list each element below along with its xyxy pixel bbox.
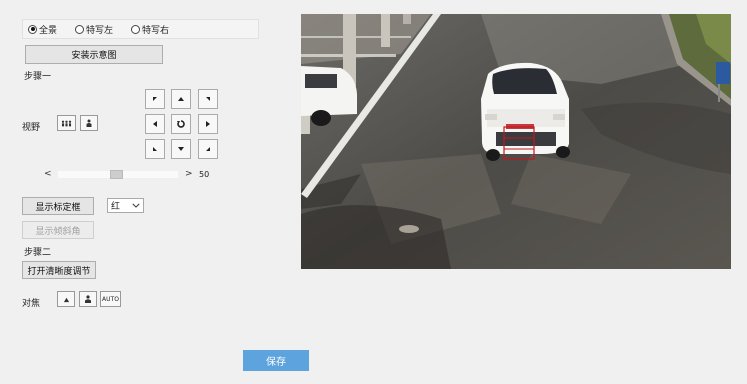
ptz-up-right-button[interactable] [198, 89, 218, 109]
install-diagram-button[interactable]: 安装示意图 [25, 45, 163, 64]
arrow-down-right-icon [206, 147, 210, 151]
focus-near-button[interactable] [57, 291, 75, 307]
show-tilt-angle-button[interactable]: 显示倾斜角 [22, 221, 94, 239]
radio-panorama-indicator[interactable] [28, 24, 37, 34]
radio-closeup-left-label: 特写左 [86, 25, 114, 36]
slider-thumb[interactable] [110, 170, 123, 179]
focus-far-button[interactable] [79, 291, 97, 307]
show-calibration-box-button[interactable]: 显示标定框 [22, 197, 94, 215]
color-select[interactable]: 红 [107, 198, 144, 213]
radio-closeup-right[interactable]: 特写右 [131, 23, 169, 36]
slider-right-arrow[interactable]: > [185, 169, 193, 179]
arrow-down-left-icon [153, 147, 157, 151]
slider-value: 50 [199, 170, 210, 179]
ptz-up-button[interactable] [171, 89, 191, 109]
arrow-up-left-icon [153, 97, 157, 101]
ptz-down-left-button[interactable] [145, 139, 165, 159]
zoom-wide-button[interactable] [57, 115, 76, 131]
camera-preview[interactable] [301, 14, 731, 269]
person-icon [86, 119, 92, 127]
ptz-left-button[interactable] [145, 114, 165, 134]
radio-closeup-left-indicator[interactable] [75, 24, 85, 34]
zoom-tele-button[interactable] [80, 115, 98, 131]
color-select-value: 红 [111, 202, 121, 212]
focus-label: 对焦 [22, 299, 41, 309]
parking-lot-scene [301, 14, 731, 269]
rotate-icon [177, 120, 185, 128]
focus-auto-button[interactable]: AUTO [100, 291, 121, 307]
ptz-down-right-button[interactable] [198, 139, 218, 159]
person-icon [85, 295, 91, 303]
ptz-reset-button[interactable] [171, 114, 191, 134]
save-button[interactable]: 保存 [243, 350, 309, 371]
people-group-icon [61, 120, 72, 126]
radio-panorama-label: 全景 [39, 25, 58, 36]
ptz-up-left-button[interactable] [145, 89, 165, 109]
radio-closeup-left[interactable]: 特写左 [75, 23, 113, 36]
radio-closeup-right-label: 特写右 [142, 25, 170, 36]
step1-label: 步骤一 [24, 72, 52, 82]
arrow-left-icon [153, 121, 157, 127]
focus-near-icon [63, 297, 69, 302]
slider-left-arrow[interactable]: < [44, 169, 52, 179]
radio-closeup-right-indicator[interactable] [131, 24, 141, 34]
view-mode-radio-group: 全景 特写左 特写右 [22, 19, 259, 39]
chevron-down-icon [132, 203, 140, 208]
ptz-right-button[interactable] [198, 114, 218, 134]
arrow-down-icon [178, 147, 184, 151]
radio-panorama[interactable]: 全景 [28, 23, 57, 36]
step2-label: 步骤二 [24, 248, 52, 258]
arrow-up-right-icon [206, 97, 210, 101]
view-label: 视野 [22, 123, 41, 133]
ptz-down-button[interactable] [171, 139, 191, 159]
arrow-right-icon [206, 121, 210, 127]
arrow-up-icon [178, 97, 184, 101]
open-clarity-adjust-button[interactable]: 打开清晰度调节 [22, 261, 96, 279]
